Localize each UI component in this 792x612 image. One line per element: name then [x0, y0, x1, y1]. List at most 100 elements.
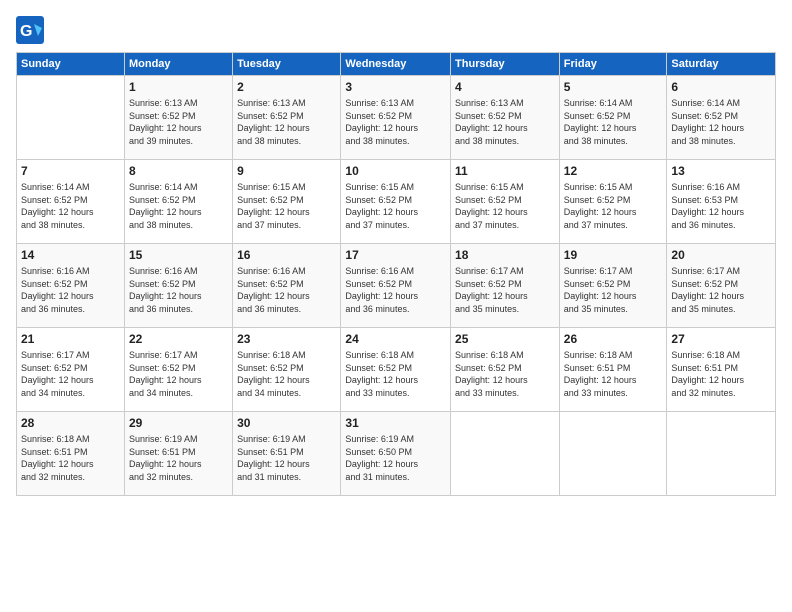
day-info: Sunrise: 6:18 AM Sunset: 6:52 PM Dayligh…	[237, 349, 336, 399]
day-number: 8	[129, 163, 228, 179]
calendar-cell: 30 Sunrise: 6:19 AM Sunset: 6:51 PM Dayli…	[233, 412, 341, 496]
day-number: 24	[345, 331, 446, 347]
logo: G	[16, 16, 48, 44]
calendar-cell: 6Sunrise: 6:14 AM Sunset: 6:52 PM Daylig…	[667, 76, 776, 160]
column-header-sunday: Sunday	[17, 53, 125, 76]
calendar-cell: 20 Sunrise: 6:17 AM Sunset: 6:52 PM Dayli…	[667, 244, 776, 328]
day-number: 12	[564, 163, 663, 179]
calendar-cell: 17 Sunrise: 6:16 AM Sunset: 6:52 PM Dayli…	[341, 244, 451, 328]
day-number: 27	[671, 331, 771, 347]
day-number: 30	[237, 415, 336, 431]
day-number: 5	[564, 79, 663, 95]
day-info: Sunrise: 6:18 AM Sunset: 6:52 PM Dayligh…	[455, 349, 555, 399]
calendar-cell: 15 Sunrise: 6:16 AM Sunset: 6:52 PM Dayli…	[124, 244, 232, 328]
day-info: Sunrise: 6:15 AM Sunset: 6:52 PM Dayligh…	[237, 181, 336, 231]
day-info: Sunrise: 6:13 AM Sunset: 6:52 PM Dayligh…	[345, 97, 446, 147]
calendar-cell: 11Sunrise: 6:15 AM Sunset: 6:52 PM Dayli…	[451, 160, 560, 244]
day-number: 31	[345, 415, 446, 431]
header-row: SundayMondayTuesdayWednesdayThursdayFrid…	[17, 53, 776, 76]
calendar-cell: 16Sunrise: 6:16 AM Sunset: 6:52 PM Dayli…	[233, 244, 341, 328]
day-info: Sunrise: 6:16 AM Sunset: 6:52 PM Dayligh…	[129, 265, 228, 315]
day-info: Sunrise: 6:18 AM Sunset: 6:51 PM Dayligh…	[21, 433, 120, 483]
week-row-2: 14Sunrise: 6:16 AM Sunset: 6:52 PM Dayli…	[17, 244, 776, 328]
day-number: 20	[671, 247, 771, 263]
week-row-4: 28 Sunrise: 6:18 AM Sunset: 6:51 PM Dayli…	[17, 412, 776, 496]
day-number: 2	[237, 79, 336, 95]
day-number: 22	[129, 331, 228, 347]
day-info: Sunrise: 6:15 AM Sunset: 6:52 PM Dayligh…	[564, 181, 663, 231]
calendar-cell: 21 Sunrise: 6:17 AM Sunset: 6:52 PM Dayli…	[17, 328, 125, 412]
calendar-cell: 5Sunrise: 6:14 AM Sunset: 6:52 PM Daylig…	[559, 76, 667, 160]
day-info: Sunrise: 6:16 AM Sunset: 6:52 PM Dayligh…	[237, 265, 336, 315]
day-info: Sunrise: 6:17 AM Sunset: 6:52 PM Dayligh…	[564, 265, 663, 315]
day-number: 9	[237, 163, 336, 179]
day-number: 4	[455, 79, 555, 95]
calendar-cell: 25 Sunrise: 6:18 AM Sunset: 6:52 PM Dayli…	[451, 328, 560, 412]
day-info: Sunrise: 6:16 AM Sunset: 6:52 PM Dayligh…	[345, 265, 446, 315]
page-container: G SundayMondayTuesdayWednesdayThursdayFr…	[0, 0, 792, 612]
day-info: Sunrise: 6:19 AM Sunset: 6:51 PM Dayligh…	[237, 433, 336, 483]
day-info: Sunrise: 6:14 AM Sunset: 6:52 PM Dayligh…	[671, 97, 771, 147]
day-number: 23	[237, 331, 336, 347]
day-info: Sunrise: 6:19 AM Sunset: 6:50 PM Dayligh…	[345, 433, 446, 483]
day-info: Sunrise: 6:17 AM Sunset: 6:52 PM Dayligh…	[129, 349, 228, 399]
day-info: Sunrise: 6:19 AM Sunset: 6:51 PM Dayligh…	[129, 433, 228, 483]
day-number: 28	[21, 415, 120, 431]
week-row-1: 7 Sunrise: 6:14 AM Sunset: 6:52 PM Daylig…	[17, 160, 776, 244]
day-info: Sunrise: 6:18 AM Sunset: 6:51 PM Dayligh…	[671, 349, 771, 399]
calendar-cell: 18 Sunrise: 6:17 AM Sunset: 6:52 PM Dayli…	[451, 244, 560, 328]
day-number: 17	[345, 247, 446, 263]
week-row-3: 21 Sunrise: 6:17 AM Sunset: 6:52 PM Dayli…	[17, 328, 776, 412]
calendar-cell: 4 Sunrise: 6:13 AM Sunset: 6:52 PM Daylig…	[451, 76, 560, 160]
calendar-cell: 3 Sunrise: 6:13 AM Sunset: 6:52 PM Daylig…	[341, 76, 451, 160]
day-info: Sunrise: 6:13 AM Sunset: 6:52 PM Dayligh…	[129, 97, 228, 147]
logo-icon: G	[16, 16, 44, 44]
day-info: Sunrise: 6:18 AM Sunset: 6:51 PM Dayligh…	[564, 349, 663, 399]
day-number: 11	[455, 163, 555, 179]
day-number: 21	[21, 331, 120, 347]
calendar-cell: 13Sunrise: 6:16 AM Sunset: 6:53 PM Dayli…	[667, 160, 776, 244]
day-info: Sunrise: 6:17 AM Sunset: 6:52 PM Dayligh…	[455, 265, 555, 315]
calendar-body: 1 Sunrise: 6:13 AM Sunset: 6:52 PM Daylig…	[17, 76, 776, 496]
calendar-cell: 12 Sunrise: 6:15 AM Sunset: 6:52 PM Dayli…	[559, 160, 667, 244]
calendar-cell: 14Sunrise: 6:16 AM Sunset: 6:52 PM Dayli…	[17, 244, 125, 328]
calendar-cell	[17, 76, 125, 160]
day-number: 18	[455, 247, 555, 263]
day-info: Sunrise: 6:17 AM Sunset: 6:52 PM Dayligh…	[671, 265, 771, 315]
calendar-cell: 1 Sunrise: 6:13 AM Sunset: 6:52 PM Daylig…	[124, 76, 232, 160]
calendar-cell: 10Sunrise: 6:15 AM Sunset: 6:52 PM Dayli…	[341, 160, 451, 244]
calendar-cell: 22 Sunrise: 6:17 AM Sunset: 6:52 PM Dayli…	[124, 328, 232, 412]
day-number: 7	[21, 163, 120, 179]
day-number: 1	[129, 79, 228, 95]
calendar-cell: 23 Sunrise: 6:18 AM Sunset: 6:52 PM Dayli…	[233, 328, 341, 412]
calendar-cell: 19 Sunrise: 6:17 AM Sunset: 6:52 PM Dayli…	[559, 244, 667, 328]
day-info: Sunrise: 6:17 AM Sunset: 6:52 PM Dayligh…	[21, 349, 120, 399]
column-header-tuesday: Tuesday	[233, 53, 341, 76]
calendar-cell: 24 Sunrise: 6:18 AM Sunset: 6:52 PM Dayli…	[341, 328, 451, 412]
calendar-cell: 9 Sunrise: 6:15 AM Sunset: 6:52 PM Daylig…	[233, 160, 341, 244]
day-info: Sunrise: 6:18 AM Sunset: 6:52 PM Dayligh…	[345, 349, 446, 399]
day-number: 19	[564, 247, 663, 263]
column-header-friday: Friday	[559, 53, 667, 76]
day-number: 29	[129, 415, 228, 431]
day-info: Sunrise: 6:14 AM Sunset: 6:52 PM Dayligh…	[21, 181, 120, 231]
calendar-cell	[451, 412, 560, 496]
calendar-header: SundayMondayTuesdayWednesdayThursdayFrid…	[17, 53, 776, 76]
day-info: Sunrise: 6:13 AM Sunset: 6:52 PM Dayligh…	[455, 97, 555, 147]
day-info: Sunrise: 6:16 AM Sunset: 6:52 PM Dayligh…	[21, 265, 120, 315]
header: G	[16, 16, 776, 44]
week-row-0: 1 Sunrise: 6:13 AM Sunset: 6:52 PM Daylig…	[17, 76, 776, 160]
calendar-cell: 29 Sunrise: 6:19 AM Sunset: 6:51 PM Dayli…	[124, 412, 232, 496]
calendar-cell	[559, 412, 667, 496]
column-header-wednesday: Wednesday	[341, 53, 451, 76]
column-header-thursday: Thursday	[451, 53, 560, 76]
calendar-cell: 28 Sunrise: 6:18 AM Sunset: 6:51 PM Dayli…	[17, 412, 125, 496]
calendar-table: SundayMondayTuesdayWednesdayThursdayFrid…	[16, 52, 776, 496]
day-number: 15	[129, 247, 228, 263]
day-number: 26	[564, 331, 663, 347]
day-number: 25	[455, 331, 555, 347]
day-number: 3	[345, 79, 446, 95]
column-header-monday: Monday	[124, 53, 232, 76]
day-number: 10	[345, 163, 446, 179]
day-info: Sunrise: 6:16 AM Sunset: 6:53 PM Dayligh…	[671, 181, 771, 231]
